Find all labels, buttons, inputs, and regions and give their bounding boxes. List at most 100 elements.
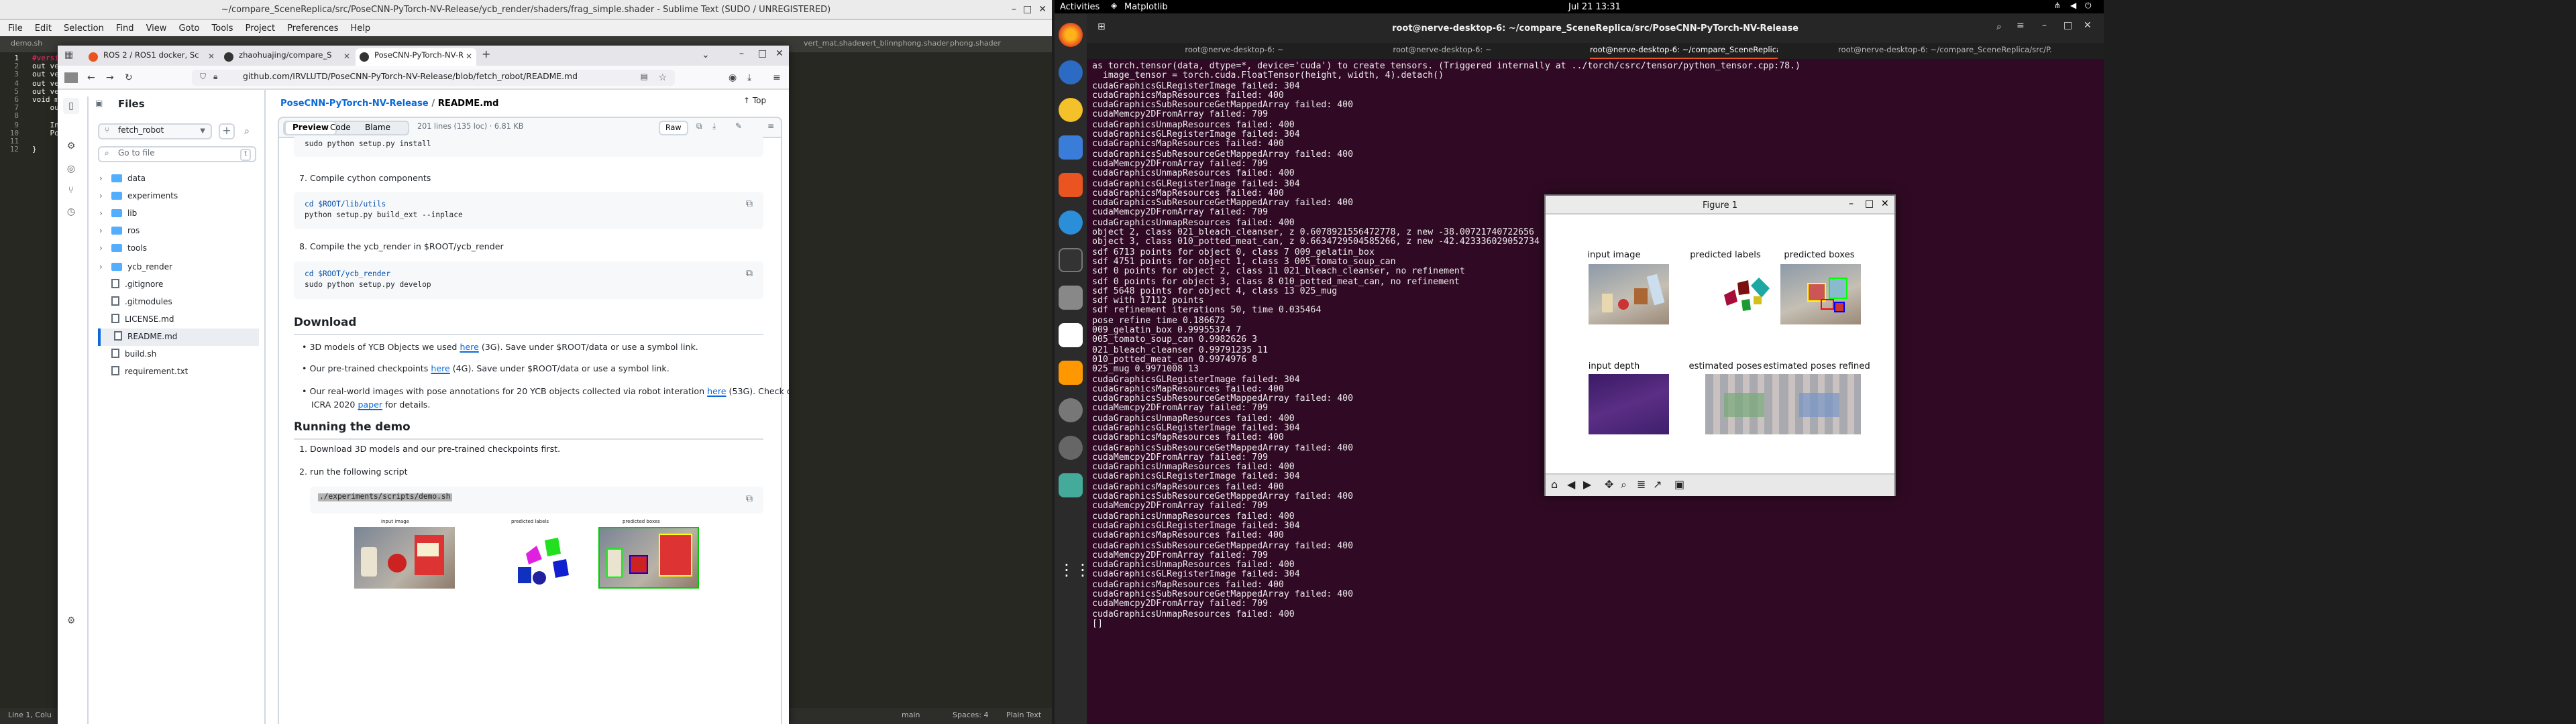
close-icon[interactable]: ✕ [1038,3,1046,17]
chevron-right-icon[interactable]: › [99,258,103,276]
paper-link[interactable]: paper [358,401,382,410]
indent-setting[interactable]: Spaces: 4 [953,708,988,724]
browser-tab[interactable]: zhaohuajing/compare_S ✕ [220,48,354,66]
git-branch[interactable]: main [902,708,920,724]
branch-selector[interactable]: ⑂ fetch_robot ▼ [98,123,212,139]
menu-help[interactable]: Help [351,20,371,36]
text-editor-icon[interactable] [1059,286,1083,310]
tree-item-readme-md[interactable]: README.md [98,328,259,346]
menu-file[interactable]: File [8,20,23,36]
software-center-icon[interactable] [1059,173,1083,197]
back-icon[interactable]: ← [87,71,95,84]
show-apps-icon[interactable]: ⋮⋮ [1059,558,1091,582]
minimize-icon[interactable]: – [1849,198,1854,209]
tree-item-data[interactable]: › data [99,170,146,188]
lock-icon[interactable]: 🔒︎ [213,70,217,86]
bookmark-star-icon[interactable]: ☆ [658,70,667,86]
shield-icon[interactable]: ⛉ [200,70,206,86]
trash-icon[interactable] [1059,473,1083,497]
menu-tools[interactable]: Tools [212,20,233,36]
search-icon[interactable]: ⌕ [1996,21,2002,34]
sidebar-toggle-icon[interactable] [64,72,78,83]
minimize-icon[interactable]: – [2042,20,2047,31]
go-to-file-input[interactable]: ⌕ Go to file t [98,146,256,162]
camera-icon[interactable] [1059,398,1083,422]
tree-item-ros[interactable]: › ros [99,223,140,241]
disk-icon[interactable] [1059,436,1083,460]
tab-blame[interactable]: Blame [365,121,390,135]
browser-tab-active[interactable]: PoseCNN-PyTorch-NV-R ✕ [356,48,476,66]
gedit-icon[interactable] [1059,323,1083,347]
help-icon[interactable] [1059,210,1083,235]
menu-icon[interactable]: ≡ [2017,20,2025,31]
outline-icon[interactable]: ≡ [767,122,774,131]
maximize-icon[interactable]: □ [1865,198,1874,209]
menu-icon[interactable]: ≡ [773,71,781,84]
reload-icon[interactable]: ↻ [125,71,133,84]
firefox-icon[interactable] [1059,23,1083,47]
repo-link[interactable]: PoseCNN-PyTorch-NV-Release [280,98,429,109]
copy-icon[interactable]: ⧉ [696,122,702,133]
minimize-icon[interactable]: – [739,48,744,59]
add-file-button[interactable]: + [219,123,235,139]
menu-view[interactable]: View [146,20,167,36]
tree-item-ycb-render[interactable]: › ycb_render [99,258,172,276]
configure-subplots-icon[interactable]: ≣ [1637,479,1646,491]
tree-item-gitmodules[interactable]: .gitmodules [111,293,172,310]
terminal-icon[interactable] [1059,248,1083,272]
menu-preferences[interactable]: Preferences [287,20,338,36]
terminal-tab-active[interactable]: root@nerve-desktop-6: ~/compare_SceneRep… [1590,43,1778,59]
download-icon[interactable]: ⤓ [712,122,716,133]
close-icon[interactable]: ✕ [2084,20,2092,31]
menu-goto[interactable]: Goto [178,20,199,36]
tree-item-requirement-txt[interactable]: requirement.txt [111,363,188,381]
chevron-right-icon[interactable]: › [99,241,103,258]
checkpoints-link[interactable]: here [431,365,449,374]
menu-find[interactable]: Find [116,20,134,36]
close-icon[interactable]: ✕ [1881,198,1889,209]
close-tab-icon[interactable]: ✕ [208,48,215,66]
network-icon[interactable]: ⋔ [2054,0,2061,13]
sublime-tab[interactable]: demo.sh [5,38,48,52]
zoom-icon[interactable]: ⌕ [1621,479,1627,492]
tree-item-license-md[interactable]: LICENSE.md [111,311,174,328]
top-button[interactable]: ↑ Top [743,97,766,106]
clock[interactable]: Jul 21 13:31 [1568,0,1621,13]
forward-icon[interactable]: ▶ [1583,479,1591,491]
edit-pencil-icon[interactable]: ✎ [735,122,742,131]
activities-button[interactable]: Activities [1060,0,1099,13]
chevron-right-icon[interactable]: › [99,188,103,205]
sublime-text-icon[interactable] [1059,361,1083,385]
downloads-icon[interactable]: ⤓ [747,71,751,84]
browser-tab[interactable]: ROS 2 / ROS1 docker, Sc ✕ [85,48,219,66]
close-tab-icon[interactable]: ✕ [343,48,350,66]
close-tab-icon[interactable]: ✕ [466,48,472,66]
code-nav-icon[interactable]: ⚙ [63,138,79,154]
copy-icon[interactable]: ⧉ [746,198,753,210]
app-menu[interactable]: Matplotlib [1124,0,1168,13]
home-icon[interactable]: ⌂ [1551,479,1558,491]
pan-icon[interactable]: ✥ [1605,479,1613,491]
save-icon[interactable]: ▣ [1674,479,1684,491]
maximize-icon[interactable]: □ [758,48,767,59]
edit-axes-icon[interactable]: ↗ [1653,479,1662,491]
list-tabs-icon[interactable]: ⌄ [702,50,710,60]
tree-item-tools[interactable]: › tools [99,241,147,258]
maximize-icon[interactable]: □ [2063,20,2072,31]
tab-code[interactable]: Code [330,121,351,135]
search-icon[interactable]: ⌕ [239,123,255,139]
url-bar[interactable]: ⛉ 🔒︎ github.com/IRVLUTD/PoseCNN-PyTorch-… [192,70,675,86]
syntax-mode[interactable]: Plain Text [1006,708,1041,724]
terminal-tab[interactable]: root@nerve-desktop-6: ~ [1348,43,1536,59]
dataset-link[interactable]: here [707,387,726,397]
sublime-tab[interactable]: vert_blinnphong.shader [856,38,955,52]
raw-button[interactable]: Raw [659,121,688,135]
account-icon[interactable]: ◉ [729,71,737,84]
tree-item-lib[interactable]: › lib [99,205,137,223]
minimize-icon[interactable]: – [1012,3,1016,17]
reader-mode-icon[interactable]: ▤ [641,70,648,86]
close-icon[interactable]: ✕ [775,48,784,59]
rhythmbox-icon[interactable] [1059,98,1083,122]
tree-item-gitignore[interactable]: .gitignore [111,276,163,293]
menu-edit[interactable]: Edit [35,20,52,36]
